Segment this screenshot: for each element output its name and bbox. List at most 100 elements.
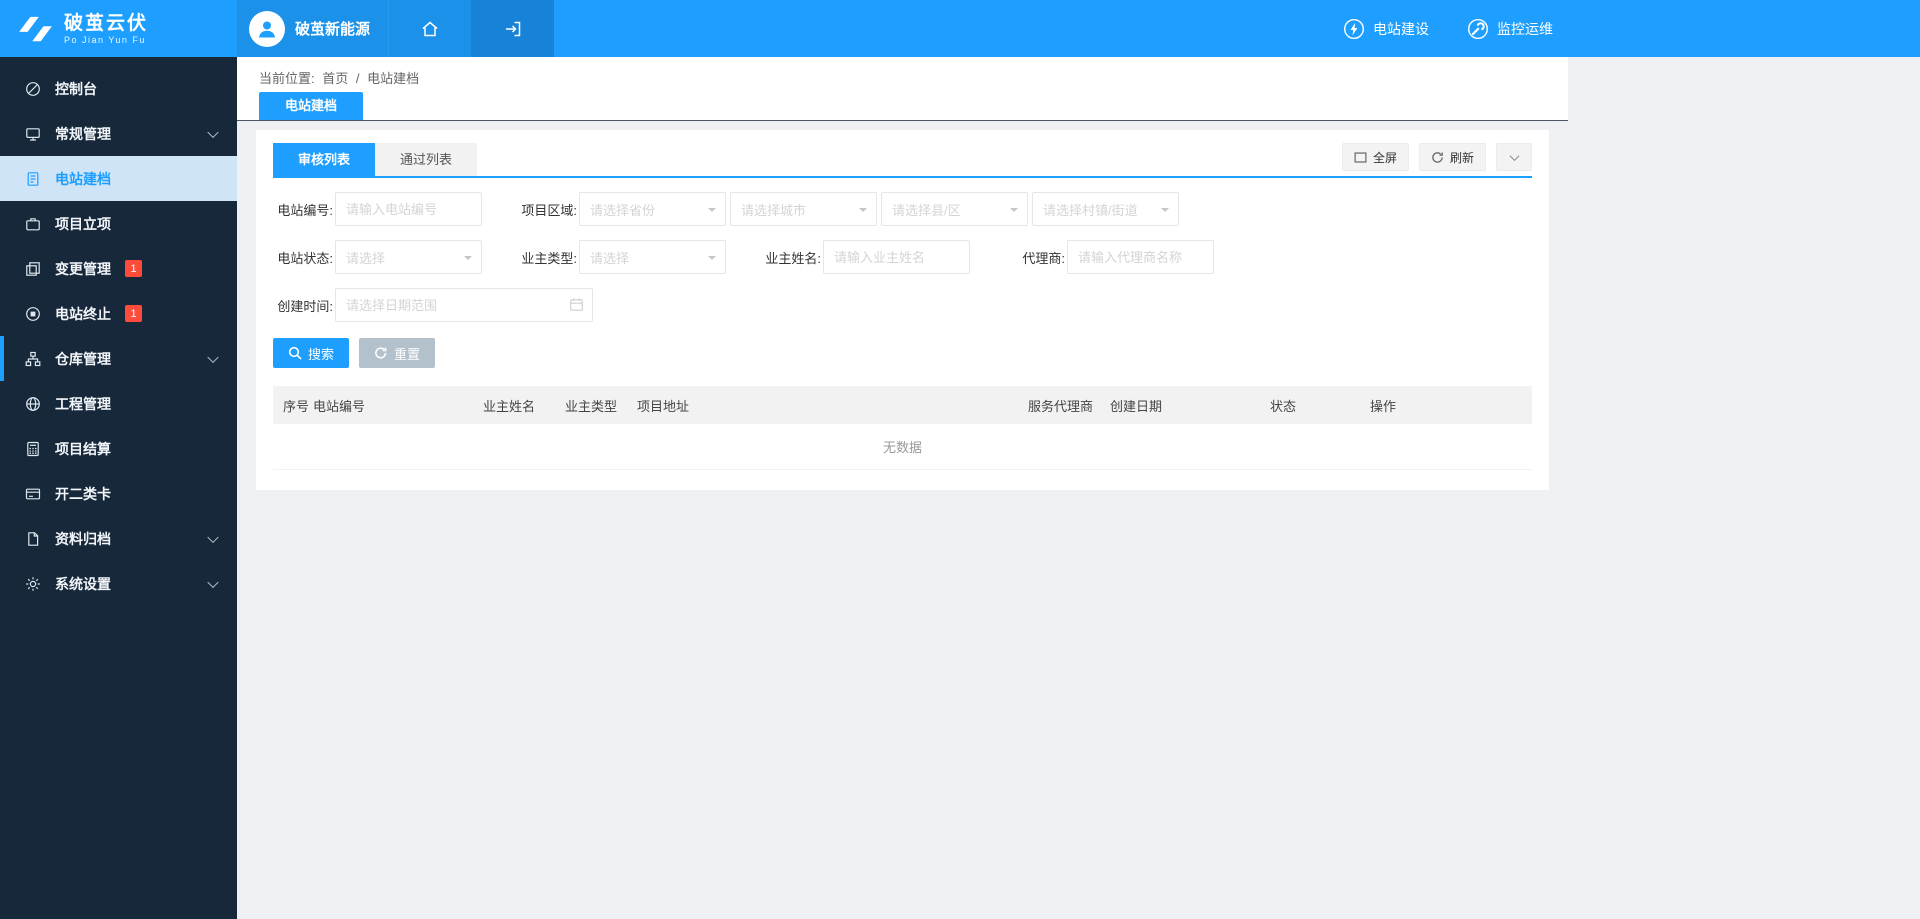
filter-row-1: 电站编号: 项目区域: 请选择省份 请选择城市 请选择县/区 请选 xyxy=(273,192,1532,226)
card-icon xyxy=(24,485,42,503)
tab-review-list[interactable]: 审核列表 xyxy=(273,143,375,176)
sidebar-item-project-settlement[interactable]: 项目结算 xyxy=(0,426,237,471)
page-tab-station-archive[interactable]: 电站建档 xyxy=(259,92,363,120)
fullscreen-button[interactable]: 全屏 xyxy=(1342,143,1409,171)
filter-row-2: 电站状态: 请选择 业主类型: 请选择 业主姓名: 代理商: xyxy=(273,240,1532,274)
search-button[interactable]: 搜索 xyxy=(273,338,349,368)
nav-station-build[interactable]: 电站建设 xyxy=(1343,18,1429,40)
sidebar-item-type2-card[interactable]: 开二类卡 xyxy=(0,471,237,516)
sidebar-item-change-mgmt[interactable]: 变更管理 1 xyxy=(0,246,237,291)
wrench-circle-icon xyxy=(1467,18,1489,40)
owner-name-label: 业主姓名: xyxy=(761,248,821,267)
sidebar-item-station-archive[interactable]: 电站建档 xyxy=(0,156,237,201)
filter-row-3: 创建时间: xyxy=(273,288,1532,322)
col-actions: 操作 xyxy=(1370,396,1532,415)
sidebar-item-engineering-mgmt[interactable]: 工程管理 xyxy=(0,381,237,426)
breadcrumb-home-link[interactable]: 首页 xyxy=(322,71,348,86)
sidebar-item-label: 系统设置 xyxy=(55,574,111,594)
sidebar-item-label: 开二类卡 xyxy=(55,484,111,504)
copy-icon xyxy=(24,260,42,278)
sidebar-item-label: 常规管理 xyxy=(55,124,111,144)
globe-icon xyxy=(24,395,42,413)
owner-type-label: 业主类型: xyxy=(517,248,577,267)
filter-actions: 搜索 重置 xyxy=(273,338,1532,368)
home-icon xyxy=(420,19,440,39)
results-table: 序号 电站编号 业主姓名 业主类型 项目地址 服务代理商 创建日期 状态 操作 … xyxy=(273,386,1532,470)
logout-icon xyxy=(503,19,523,39)
nav-monitor-ops[interactable]: 监控运维 xyxy=(1467,18,1553,40)
count-badge: 1 xyxy=(125,260,142,277)
station-status-select[interactable]: 请选择 xyxy=(335,240,482,274)
filter-owner-name: 业主姓名: xyxy=(761,240,970,274)
tab-passed-list[interactable]: 通过列表 xyxy=(375,143,477,176)
city-select-value: 请选择城市 xyxy=(741,200,806,219)
sidebar-item-warehouse-mgmt[interactable]: 仓库管理 xyxy=(0,336,237,381)
gear-icon xyxy=(24,575,42,593)
filter-region: 项目区域: 请选择省份 请选择城市 请选择县/区 请选择村镇/街道 xyxy=(517,192,1179,226)
col-service-agent: 服务代理商 xyxy=(1028,396,1110,415)
caret-down-icon xyxy=(708,208,716,216)
sidebar-item-data-archive[interactable]: 资料归档 xyxy=(0,516,237,561)
owner-type-select[interactable]: 请选择 xyxy=(579,240,726,274)
briefcase-icon xyxy=(24,215,42,233)
sidebar: 控制台 常规管理 电站建档 项目立项 xyxy=(0,57,237,919)
sidebar-item-label: 电站终止 xyxy=(55,304,111,324)
station-no-input[interactable] xyxy=(335,192,482,226)
brand-logo: 破茧云伏 Po Jian Yun Fu xyxy=(0,0,237,57)
breadcrumb-separator: / xyxy=(356,71,360,86)
sidebar-item-label: 仓库管理 xyxy=(55,349,111,369)
filter-created-date: 创建时间: xyxy=(273,288,593,322)
card-tabs: 审核列表 通过列表 全屏 刷 xyxy=(273,143,1532,178)
reset-button[interactable]: 重置 xyxy=(359,338,435,368)
county-select-value: 请选择县/区 xyxy=(892,200,961,219)
county-select[interactable]: 请选择县/区 xyxy=(881,192,1028,226)
fullscreen-label: 全屏 xyxy=(1373,149,1397,166)
caret-down-icon xyxy=(464,256,472,264)
brand-subtitle: Po Jian Yun Fu xyxy=(64,35,148,45)
page-header: 当前位置: 首页 / 电站建档 电站建档 xyxy=(237,57,1568,121)
user-menu[interactable]: 破茧新能源 xyxy=(237,0,388,57)
filter-owner-type: 业主类型: 请选择 xyxy=(517,240,726,274)
col-status: 状态 xyxy=(1270,396,1370,415)
sidebar-item-console[interactable]: 控制台 xyxy=(0,66,237,111)
col-created-date: 创建日期 xyxy=(1110,396,1270,415)
owner-name-input[interactable] xyxy=(823,240,970,274)
collapse-panel-button[interactable] xyxy=(1496,143,1532,171)
topbar: 破茧云伏 Po Jian Yun Fu 破茧新能源 xyxy=(0,0,1920,57)
logout-button[interactable] xyxy=(471,0,554,57)
card-toolbar: 全屏 刷新 xyxy=(1342,143,1532,176)
chevron-down-icon xyxy=(207,126,218,137)
col-project-address: 项目地址 xyxy=(637,396,1028,415)
region-label: 项目区域: xyxy=(517,200,577,219)
sidebar-item-project-initiation[interactable]: 项目立项 xyxy=(0,201,237,246)
content-card: 审核列表 通过列表 全屏 刷 xyxy=(256,130,1549,490)
sidebar-item-label: 变更管理 xyxy=(55,259,111,279)
col-owner-name: 业主姓名 xyxy=(483,396,565,415)
brand-logo-icon xyxy=(16,14,56,44)
sidebar-item-label: 资料归档 xyxy=(55,529,111,549)
dashboard-icon xyxy=(24,80,42,98)
filter-agent: 代理商: xyxy=(1005,240,1214,274)
date-range-input[interactable] xyxy=(335,288,593,322)
sidebar-item-general-mgmt[interactable]: 常规管理 xyxy=(0,111,237,156)
refresh-button[interactable]: 刷新 xyxy=(1419,143,1486,171)
city-select[interactable]: 请选择城市 xyxy=(730,192,877,226)
sidebar-item-system-settings[interactable]: 系统设置 xyxy=(0,561,237,606)
agent-input[interactable] xyxy=(1067,240,1214,274)
sidebar-item-station-terminate[interactable]: 电站终止 1 xyxy=(0,291,237,336)
filter-station-status: 电站状态: 请选择 xyxy=(273,240,482,274)
village-select[interactable]: 请选择村镇/街道 xyxy=(1032,192,1179,226)
province-select[interactable]: 请选择省份 xyxy=(579,192,726,226)
chevron-down-icon xyxy=(207,576,218,587)
table-header-row: 序号 电站编号 业主姓名 业主类型 项目地址 服务代理商 创建日期 状态 操作 xyxy=(273,386,1532,424)
agent-label: 代理商: xyxy=(1005,248,1065,267)
search-button-label: 搜索 xyxy=(308,344,334,363)
user-avatar-icon xyxy=(249,11,285,47)
province-select-value: 请选择省份 xyxy=(590,200,655,219)
refresh-label: 刷新 xyxy=(1450,149,1474,166)
fullscreen-icon xyxy=(1354,151,1367,164)
topbar-right-nav: 电站建设 监控运维 xyxy=(1343,0,1553,57)
home-button[interactable] xyxy=(388,0,471,57)
caret-down-icon xyxy=(1161,208,1169,216)
document-icon xyxy=(24,170,42,188)
